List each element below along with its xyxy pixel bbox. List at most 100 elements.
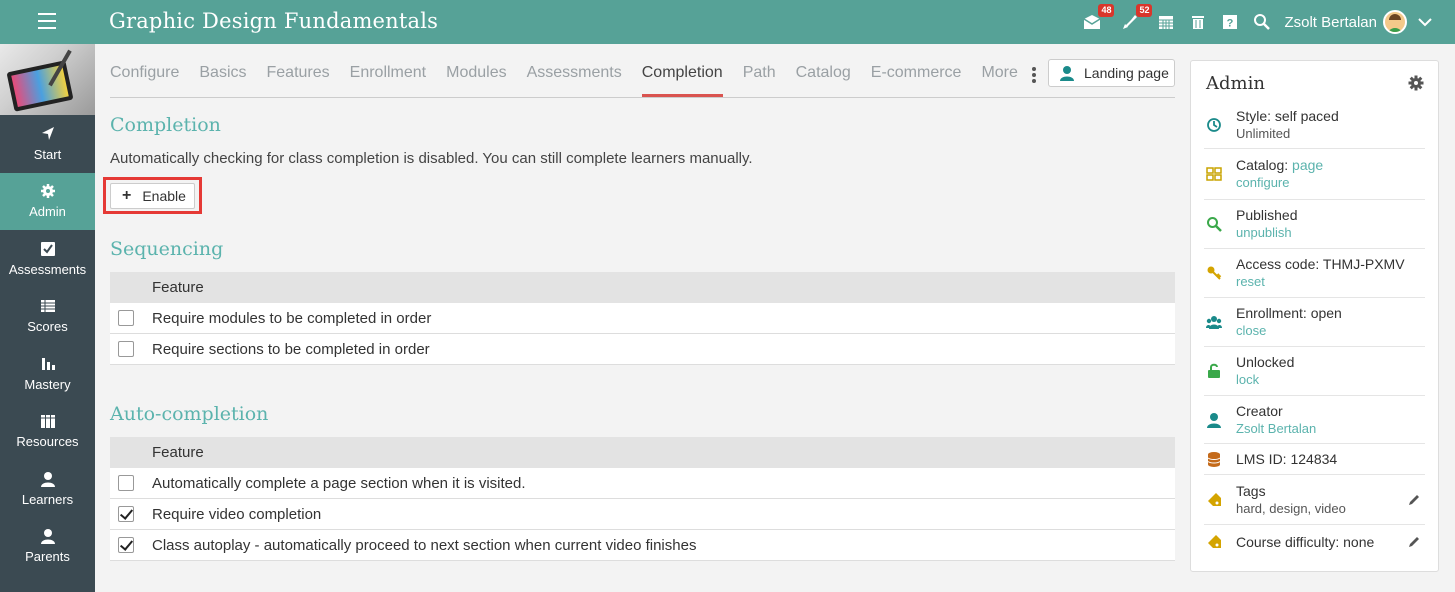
table-row: Automatically complete a page section wh… [110,468,1175,499]
tab-modules[interactable]: Modules [446,54,506,97]
admin-enrollment-item: Enrollment: open close [1204,298,1425,347]
landing-page-label: Landing page [1084,65,1169,81]
pencil-icon[interactable] [1407,493,1421,507]
chevron-down-icon[interactable] [1415,12,1435,32]
left-sidebar: Start Admin Assessments Scores Mastery R… [0,44,95,592]
messages-icon[interactable]: 48 [1082,4,1115,32]
key-icon [1207,266,1222,280]
admin-info-list: Style: self paced Unlimited Catalog: pag… [1204,101,1425,559]
sidebar-item-admin[interactable]: Admin [0,172,95,230]
gear-icon[interactable] [1408,75,1424,91]
bar-chart-icon [41,357,55,370]
tab-path[interactable]: Path [743,54,776,97]
unlocked-label: Unlocked [1236,354,1295,370]
admin-access-code-item: Access code: THMJ-PXMV reset [1204,249,1425,298]
creator-link[interactable]: Zsolt Bertalan [1236,420,1425,438]
sidebar-item-start[interactable]: Start [0,115,95,173]
help-icon[interactable]: ? [1220,12,1240,32]
svg-text:?: ? [1227,18,1234,30]
tab-enrollment[interactable]: Enrollment [350,54,426,97]
calendar-icon[interactable] [1156,12,1176,32]
course-thumbnail[interactable] [0,44,95,115]
tab-configure[interactable]: Configure [110,54,179,97]
tab-features[interactable]: Features [267,54,330,97]
completion-heading: Completion [110,114,221,136]
person-icon [40,529,55,545]
sidebar-item-label: Parents [25,549,70,565]
tab-basics[interactable]: Basics [199,54,246,97]
table-row: Require modules to be completed in order [110,303,1175,334]
catalog-configure-link[interactable]: configure [1236,174,1425,192]
admin-panel: Admin Style: self paced Unlimited Catalo… [1190,60,1439,572]
trash-icon[interactable] [1188,12,1208,32]
search-icon[interactable] [1252,12,1272,32]
enable-label: Enable [142,188,186,204]
modules-order-checkbox[interactable] [118,310,134,326]
enable-button[interactable]: + Enable [110,183,195,209]
reset-link[interactable]: reset [1236,273,1425,291]
sidebar-item-label: Scores [27,319,68,335]
sidebar-item-label: Admin [29,204,66,220]
admin-catalog-item: Catalog: page configure [1204,149,1425,200]
completion-info-text: Automatically checking for class complet… [110,150,753,167]
sequencing-table: Feature Require modules to be completed … [110,272,1175,365]
plus-icon: + [122,187,132,204]
close-enrollment-link[interactable]: close [1236,322,1425,340]
tab-more[interactable]: More [981,54,1017,97]
auto-complete-visited-checkbox[interactable] [118,475,134,491]
sequencing-heading: Sequencing [110,238,224,260]
feature-label: Automatically complete a page section wh… [152,474,526,492]
feature-label: Require sections to be completed in orde… [152,340,430,358]
sidebar-item-scores[interactable]: Scores [0,288,95,346]
table-header: Feature [110,437,1175,468]
tab-catalog[interactable]: Catalog [796,54,851,97]
notifications-icon[interactable]: 52 [1120,4,1153,32]
feature-label: Require modules to be completed in order [152,309,432,327]
table-header: Feature [110,272,1175,303]
catalog-page-link[interactable]: page [1292,157,1323,173]
tab-ecommerce[interactable]: E-commerce [871,54,962,97]
sidebar-item-mastery[interactable]: Mastery [0,345,95,403]
checkbox-icon [40,241,55,256]
published-label: Published [1236,207,1298,223]
sidebar-item-parents[interactable]: Parents [0,518,95,576]
table-row: Require video completion [110,499,1175,530]
sidebar-item-learners[interactable]: Learners [0,460,95,518]
grid-icon [1206,167,1222,181]
avatar[interactable] [1383,10,1407,34]
person-icon [1060,66,1074,81]
admin-panel-title: Admin [1206,73,1265,94]
difficulty-label: Course difficulty: none [1236,534,1375,550]
tab-completion[interactable]: Completion [641,54,723,97]
admin-published-item: Published unpublish [1204,200,1425,249]
tab-assessments[interactable]: Assessments [527,54,622,97]
style-value: Unlimited [1236,125,1291,141]
require-video-checkbox[interactable] [118,506,134,522]
auto-completion-heading: Auto-completion [110,403,269,425]
library-icon [40,415,55,429]
more-vertical-icon[interactable] [1031,54,1036,85]
lock-link[interactable]: lock [1236,371,1425,389]
class-autoplay-checkbox[interactable] [118,537,134,553]
catalog-text: Catalog: [1236,157,1293,173]
style-label: Style: self paced [1236,107,1339,124]
access-code-label: Access code: THMJ-PXMV [1236,256,1405,272]
sidebar-item-assessments[interactable]: Assessments [0,230,95,288]
unlock-icon [1208,363,1220,378]
catalog-label: Catalog: page [1236,156,1425,174]
admin-lms-id-item: LMS ID: 124834 [1204,444,1425,475]
unpublish-link[interactable]: unpublish [1236,224,1425,242]
messages-badge: 48 [1098,4,1115,17]
sections-order-checkbox[interactable] [118,341,134,357]
sidebar-item-label: Assessments [8,261,87,277]
landing-page-button[interactable]: Landing page [1048,59,1175,87]
sidebar-item-label: Start [33,146,62,162]
lms-id-label: LMS ID: 124834 [1236,451,1338,467]
search-icon [1207,217,1222,232]
sidebar-item-resources[interactable]: Resources [0,403,95,461]
pencil-icon[interactable] [1407,535,1421,549]
sidebar-item-label: Resources [16,434,79,450]
user-name[interactable]: Zsolt Bertalan [1284,14,1377,31]
sidebar-item-label: Mastery [24,376,71,392]
menu-icon[interactable] [38,13,56,29]
